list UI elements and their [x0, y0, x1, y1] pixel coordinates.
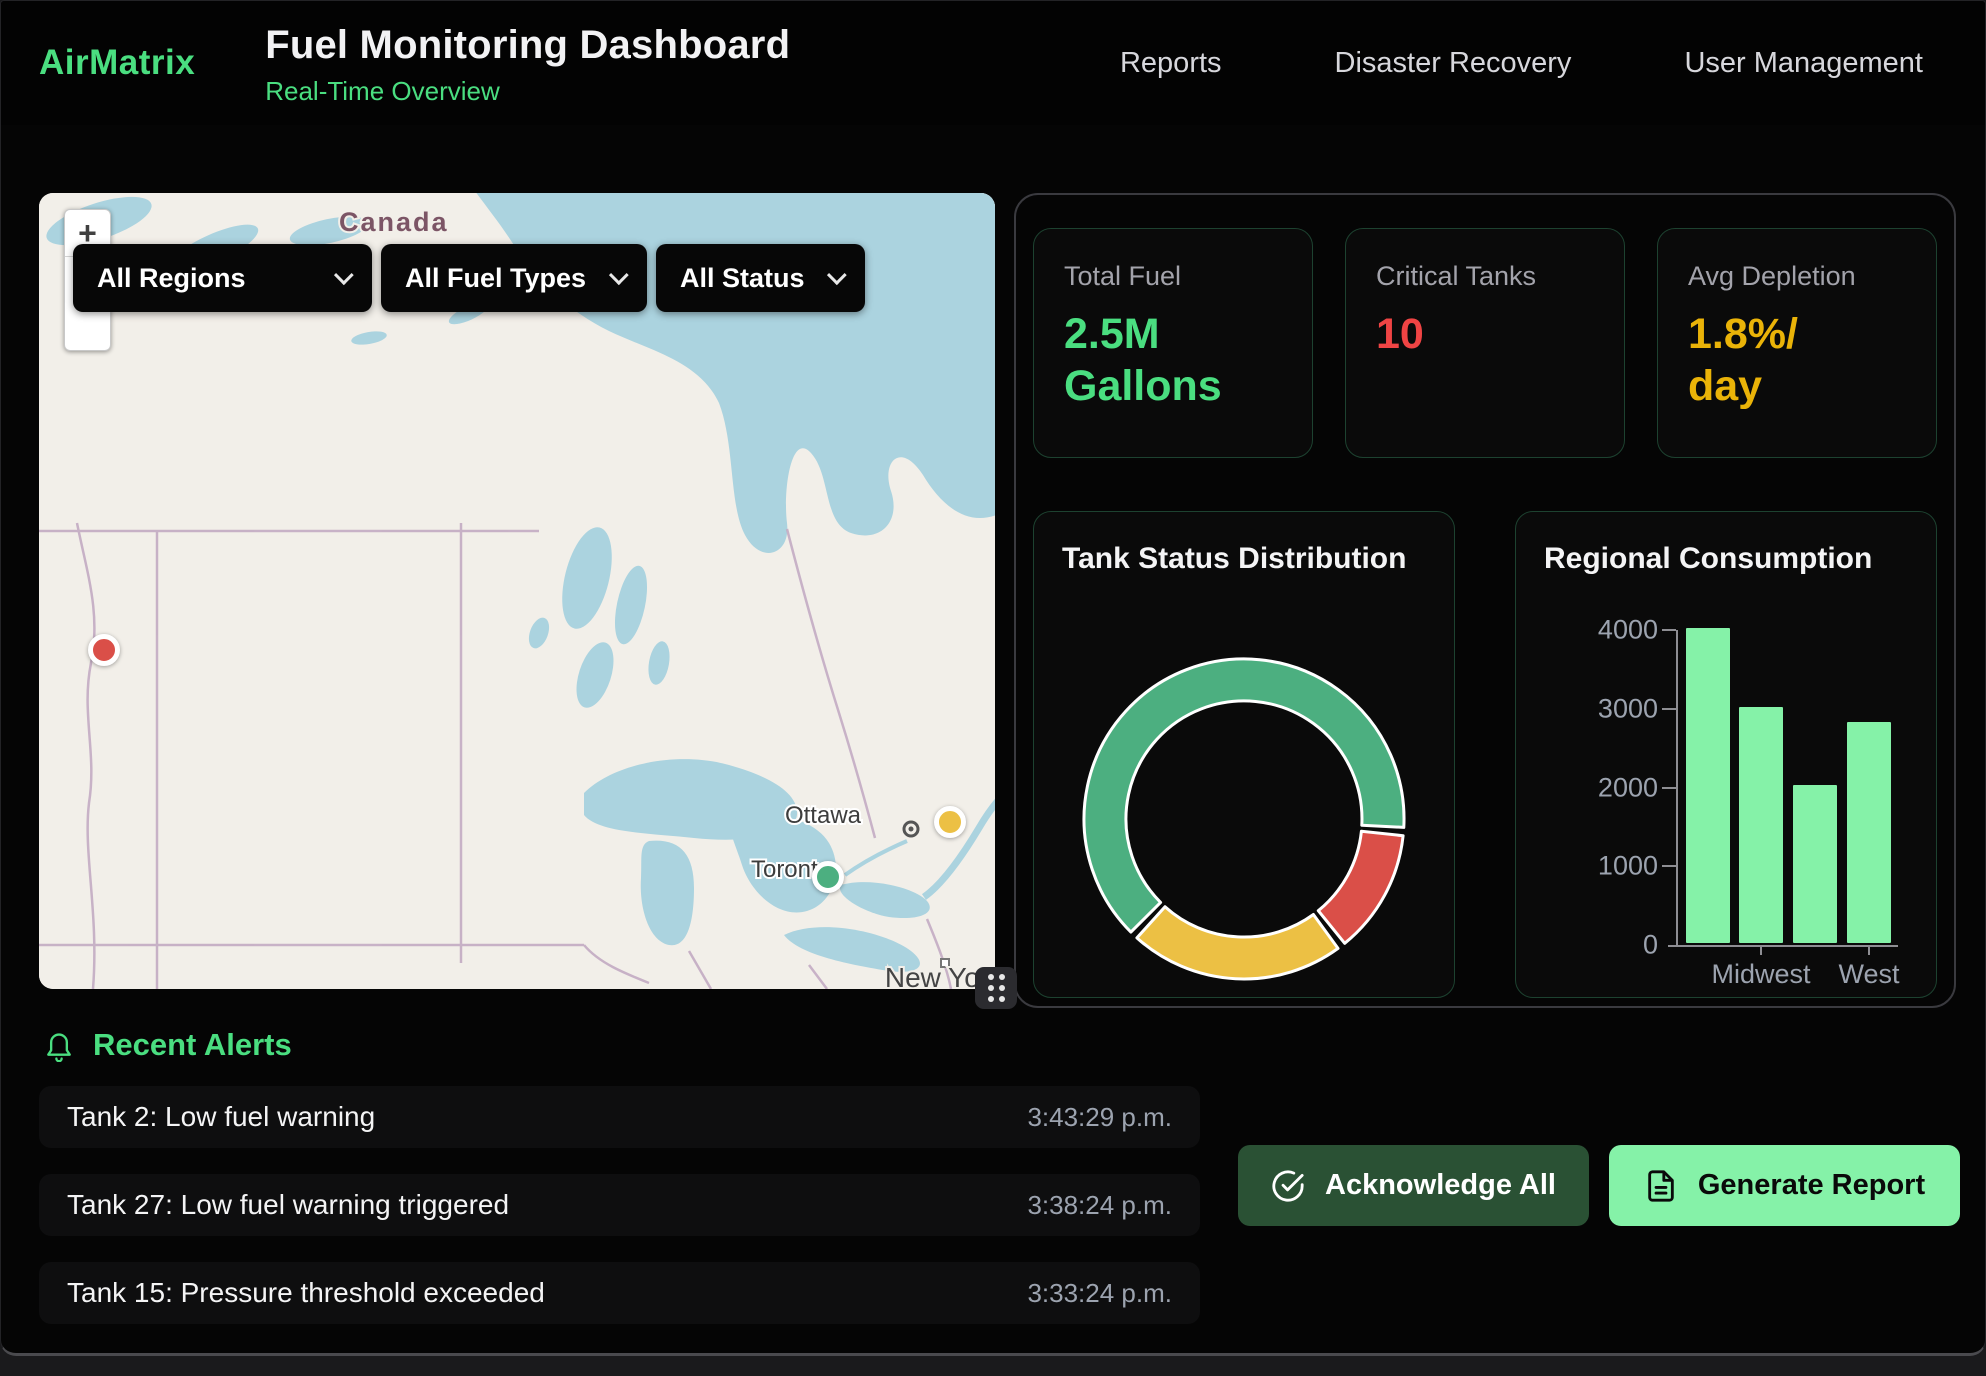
nav-item-reports[interactable]: Reports: [1120, 47, 1222, 80]
stat-label: Total Fuel: [1064, 261, 1282, 292]
y-tick-label: 2000: [1546, 772, 1658, 803]
chevron-down-icon: [334, 265, 354, 285]
report-document-icon: [1644, 1169, 1678, 1203]
map-label-canada: Canada: [339, 207, 449, 237]
bar-chart-title: Regional Consumption: [1544, 542, 1872, 576]
stat-value-total-fuel: 2.5M Gallons: [1064, 308, 1282, 413]
map-resize-handle[interactable]: [975, 967, 1017, 1009]
y-tick-mark: [1662, 708, 1676, 710]
map-label-ottawa: Ottawa: [785, 802, 862, 829]
bell-icon: [43, 1028, 75, 1062]
generate-report-button[interactable]: Generate Report: [1609, 1145, 1960, 1226]
y-tick-label: 1000: [1546, 851, 1658, 882]
map-filters: All Regions All Fuel Types All Status: [73, 244, 865, 312]
y-tick-label: 3000: [1546, 693, 1658, 724]
tank-marker-warning[interactable]: [934, 806, 966, 838]
y-tick-mark: [1662, 865, 1676, 867]
charts-row: Tank Status Distribution Regional Consum…: [1033, 511, 1937, 998]
y-tick-label: 0: [1546, 930, 1658, 961]
check-circle-icon: [1271, 1169, 1305, 1203]
stat-value-critical-tanks: 10: [1376, 308, 1594, 360]
fuel-map[interactable]: Canada Ottawa Toronto New York + − All R…: [39, 193, 995, 989]
region-filter-select[interactable]: All Regions: [73, 244, 372, 312]
alert-text: Tank 27: Low fuel warning triggered: [67, 1189, 509, 1221]
alert-text: Tank 15: Pressure threshold exceeded: [67, 1277, 545, 1309]
stat-label: Critical Tanks: [1376, 261, 1594, 292]
x-tick-mark: [1760, 947, 1762, 955]
fuel-type-filter-select[interactable]: All Fuel Types: [381, 244, 647, 312]
tank-status-donut-chart: [1034, 612, 1456, 992]
y-tick-mark: [1662, 787, 1676, 789]
alert-time: 3:38:24 p.m.: [1027, 1190, 1172, 1221]
dashboard-window: AirMatrix Fuel Monitoring Dashboard Real…: [0, 0, 1986, 1356]
region-filter-value: All Regions: [97, 263, 246, 294]
regional-consumption-chart-card: Regional Consumption 4000 3000 2000 1000…: [1515, 511, 1937, 998]
y-tick-mark: [1662, 629, 1676, 631]
y-tick-label: 4000: [1546, 615, 1658, 646]
tank-marker-normal[interactable]: [812, 861, 844, 893]
page-subtitle: Real-Time Overview: [265, 76, 790, 107]
x-axis: [1668, 945, 1898, 947]
recent-alerts-title: Recent Alerts: [93, 1027, 292, 1063]
recent-alerts-heading: Recent Alerts: [43, 1027, 292, 1063]
status-filter-value: All Status: [680, 263, 805, 294]
acknowledge-all-label: Acknowledge All: [1325, 1169, 1556, 1202]
metrics-panel: Total Fuel 2.5M Gallons Critical Tanks 1…: [1014, 193, 1956, 1008]
bar-region-1: [1686, 628, 1730, 943]
acknowledge-all-button[interactable]: Acknowledge All: [1238, 1145, 1589, 1226]
alert-row-tank2[interactable]: Tank 2: Low fuel warning 3:43:29 p.m.: [39, 1086, 1200, 1148]
x-tick-label-west: West: [1789, 959, 1949, 990]
stat-label: Avg Depletion: [1688, 261, 1906, 292]
tank-status-chart-card: Tank Status Distribution: [1033, 511, 1455, 998]
alert-row-tank27[interactable]: Tank 27: Low fuel warning triggered 3:38…: [39, 1174, 1200, 1236]
map-canvas: Canada Ottawa Toronto New York: [39, 193, 995, 989]
alert-row-tank15[interactable]: Tank 15: Pressure threshold exceeded 3:3…: [39, 1262, 1200, 1324]
alert-time: 3:33:24 p.m.: [1027, 1278, 1172, 1309]
donut-chart-title: Tank Status Distribution: [1062, 542, 1406, 576]
tank-marker-critical[interactable]: [88, 634, 120, 666]
main-nav: Reports Disaster Recovery User Managemen…: [1120, 47, 1923, 80]
stat-card-total-fuel: Total Fuel 2.5M Gallons: [1033, 228, 1313, 458]
title-block: Fuel Monitoring Dashboard Real-Time Over…: [265, 19, 790, 107]
alert-text: Tank 2: Low fuel warning: [67, 1101, 375, 1133]
alert-time: 3:43:29 p.m.: [1027, 1102, 1172, 1133]
generate-report-label: Generate Report: [1698, 1169, 1925, 1202]
chevron-down-icon: [827, 265, 847, 285]
donut-segment-warning: [1137, 907, 1338, 979]
x-tick-mark: [1868, 947, 1870, 955]
status-filter-select[interactable]: All Status: [656, 244, 865, 312]
header: AirMatrix Fuel Monitoring Dashboard Real…: [1, 1, 1985, 125]
stat-value-avg-depletion: 1.8%/ day: [1688, 308, 1906, 413]
bar-region-midwest: [1739, 707, 1783, 943]
nav-item-disaster-recovery[interactable]: Disaster Recovery: [1335, 47, 1572, 80]
y-axis: [1676, 630, 1678, 947]
bar-region-west: [1847, 722, 1891, 943]
nav-item-user-management[interactable]: User Management: [1684, 47, 1923, 80]
app-logo: AirMatrix: [39, 43, 195, 83]
donut-segment-critical: [1318, 831, 1403, 943]
bar-region-3: [1793, 785, 1837, 943]
stat-card-avg-depletion: Avg Depletion 1.8%/ day: [1657, 228, 1937, 458]
stat-card-critical-tanks: Critical Tanks 10: [1345, 228, 1625, 458]
fuel-type-filter-value: All Fuel Types: [405, 263, 586, 294]
chevron-down-icon: [609, 265, 629, 285]
stats-row: Total Fuel 2.5M Gallons Critical Tanks 1…: [1033, 228, 1937, 458]
page-title: Fuel Monitoring Dashboard: [265, 23, 790, 68]
